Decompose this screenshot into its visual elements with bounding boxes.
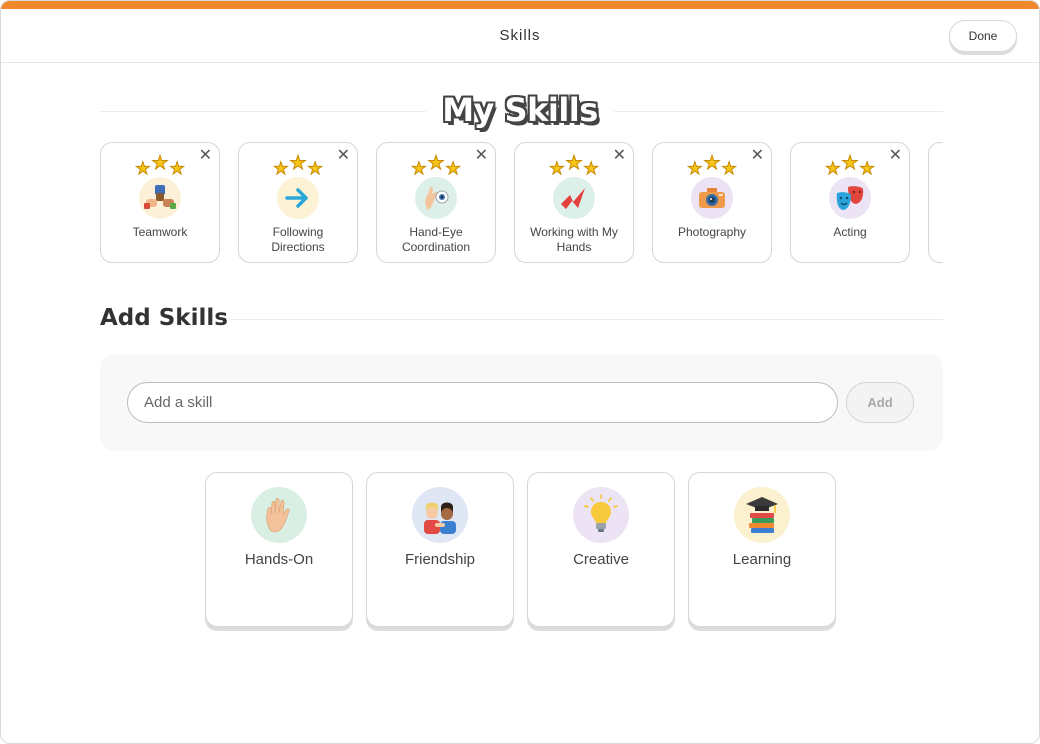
camera-icon: [691, 177, 733, 219]
star-rating: ★ ★ ★: [825, 153, 876, 178]
star-icon: ★: [841, 153, 859, 174]
skill-label: Photography: [677, 225, 747, 239]
waving-hand-icon: [251, 487, 307, 543]
close-icon[interactable]: ✕: [337, 147, 350, 165]
add-skills-divider: [231, 319, 943, 320]
star-icon: ★: [721, 159, 737, 178]
star-icon: ★: [445, 159, 461, 178]
category-card-creative[interactable]: Creative: [527, 472, 675, 627]
star-icon: ★: [859, 159, 875, 178]
skill-label: Teamwork: [132, 225, 188, 239]
skill-card-hand-eye-coordination[interactable]: ✕ ★ ★ ★ Hand-Eye Coordination: [376, 142, 496, 263]
done-button[interactable]: Done: [949, 20, 1017, 52]
skill-card-teamwork[interactable]: ✕ ★ ★ ★ Teamwork: [100, 142, 220, 263]
star-rating: ★ ★ ★: [687, 153, 738, 178]
skill-label: Following Directions: [271, 225, 325, 254]
category-label: Friendship: [404, 551, 476, 568]
star-icon: ★: [565, 153, 583, 174]
top-bar: Skills Done: [1, 9, 1039, 63]
fist-bump-icon: [139, 177, 181, 219]
skill-input[interactable]: [127, 382, 838, 423]
skill-card-following-directions[interactable]: ✕ ★ ★ ★ Following Directions: [238, 142, 358, 263]
star-icon: ★: [427, 153, 445, 174]
page-title: Skills: [499, 27, 541, 44]
close-icon[interactable]: ✕: [751, 147, 764, 165]
friends-icon: [412, 487, 468, 543]
star-icon: ★: [151, 153, 169, 174]
hand-eye-icon: [415, 177, 457, 219]
category-card-hands-on[interactable]: Hands-On: [205, 472, 353, 627]
star-rating: ★ ★ ★: [135, 153, 186, 178]
star-icon: ★: [273, 159, 289, 178]
origami-icon: [553, 177, 595, 219]
skill-card-acting[interactable]: ✕ ★ ★ ★ Acting: [790, 142, 910, 263]
star-icon: ★: [549, 159, 565, 178]
books-graduation-cap-icon: [734, 487, 790, 543]
star-rating: ★ ★ ★: [549, 153, 600, 178]
category-card-learning[interactable]: Learning: [688, 472, 836, 627]
star-icon: ★: [687, 159, 703, 178]
close-icon[interactable]: ✕: [613, 147, 626, 165]
star-icon: ★: [307, 159, 323, 178]
skill-card-partial[interactable]: [928, 142, 943, 263]
star-rating: ★ ★ ★: [411, 153, 462, 178]
my-skills-list: ✕ ★ ★ ★ Teamwork ✕ ★ ★ ★ Following Direc…: [100, 142, 943, 264]
close-icon[interactable]: ✕: [199, 147, 212, 165]
star-icon: ★: [289, 153, 307, 174]
add-skills-heading: Add Skills: [100, 305, 228, 331]
add-skill-panel: Add: [100, 354, 943, 451]
skill-label: Acting: [833, 225, 867, 239]
star-icon: ★: [135, 159, 151, 178]
category-label: Hands-On: [244, 551, 314, 568]
close-icon[interactable]: ✕: [889, 147, 902, 165]
category-card-friendship[interactable]: Friendship: [366, 472, 514, 627]
arrow-right-icon: [277, 177, 319, 219]
accent-bar: [1, 1, 1039, 9]
star-icon: ★: [169, 159, 185, 178]
skill-label: Working with My Hands: [530, 225, 618, 254]
close-icon[interactable]: ✕: [475, 147, 488, 165]
my-skills-heading: My Skills: [1, 91, 1039, 129]
star-icon: ★: [825, 159, 841, 178]
theater-masks-icon: [829, 177, 871, 219]
lightbulb-icon: [573, 487, 629, 543]
skill-card-photography[interactable]: ✕ ★ ★ ★ Photography: [652, 142, 772, 263]
skill-card-working-with-my-hands[interactable]: ✕ ★ ★ ★ Working with My Hands: [514, 142, 634, 263]
category-label: Creative: [573, 551, 629, 568]
star-rating: ★ ★ ★: [273, 153, 324, 178]
star-icon: ★: [703, 153, 721, 174]
skill-categories: Hands-On Friendship Creative Learning: [205, 472, 836, 627]
skill-label: Hand-Eye Coordination: [401, 225, 471, 254]
star-icon: ★: [583, 159, 599, 178]
add-button[interactable]: Add: [846, 382, 914, 423]
skills-window: Skills Done My Skills ✕ ★ ★ ★ Teamwork ✕…: [0, 0, 1040, 744]
star-icon: ★: [411, 159, 427, 178]
category-label: Learning: [732, 551, 792, 568]
